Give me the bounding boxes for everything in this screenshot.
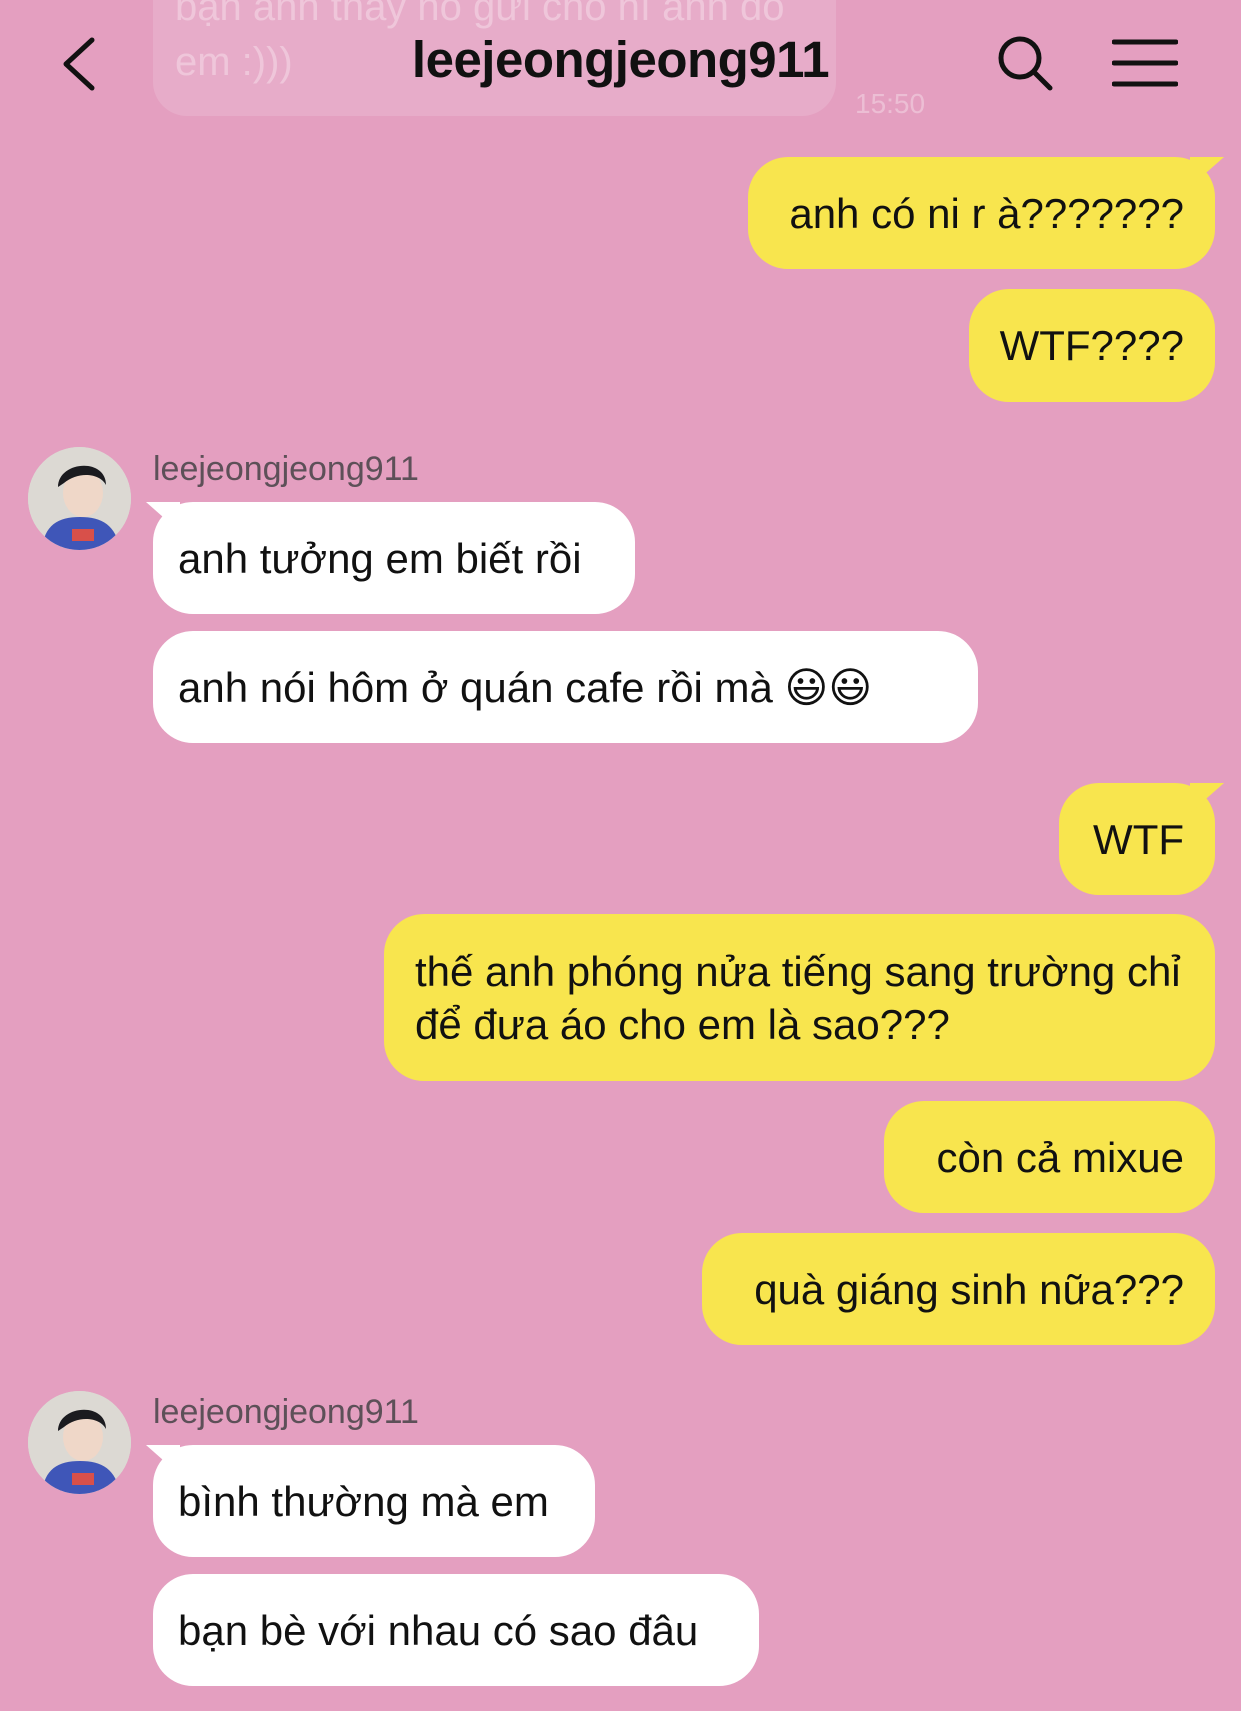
outgoing-message-bubble[interactable]: anh có ni r à??????? <box>748 157 1215 269</box>
avatar-photo <box>28 1391 131 1494</box>
previous-message-time: 15:50 <box>855 88 926 119</box>
outgoing-message-bubble[interactable]: WTF???? <box>969 289 1215 402</box>
hamburger-menu-icon <box>1111 39 1179 87</box>
incoming-message-bubble[interactable]: bạn bè với nhau có sao đâu <box>153 1574 759 1686</box>
outgoing-message-bubble[interactable]: quà giáng sinh nữa??? <box>702 1233 1215 1345</box>
incoming-message-bubble[interactable]: anh tưởng em biết rồi <box>153 502 635 614</box>
outgoing-message-bubble[interactable]: còn cả mixue <box>884 1101 1215 1213</box>
sender-name: leejeongjeong911 <box>153 1393 419 1431</box>
sender-name: leejeongjeong911 <box>153 450 419 488</box>
search-icon <box>998 36 1053 91</box>
search-button[interactable] <box>995 33 1055 93</box>
menu-button[interactable] <box>1111 38 1179 90</box>
incoming-message-bubble[interactable]: anh nói hôm ở quán cafe rồi mà 😃😃 <box>153 631 978 743</box>
avatar[interactable] <box>28 1391 131 1494</box>
incoming-message-bubble[interactable]: bình thường mà em <box>153 1445 595 1557</box>
avatar-photo <box>28 447 131 550</box>
avatar[interactable] <box>28 447 131 550</box>
outgoing-message-bubble[interactable]: thế anh phóng nửa tiếng sang trường chỉ … <box>384 914 1215 1081</box>
